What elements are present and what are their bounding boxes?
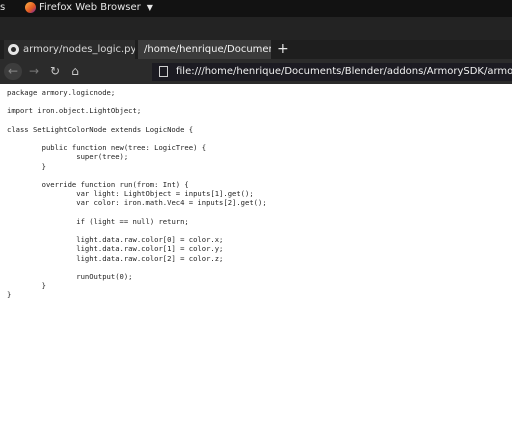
tab-label: /home/henrique/Documents [144, 44, 271, 55]
page-content: package armory.logicnode; import iron.ob… [0, 84, 512, 447]
code-line: var light: LightObject = inputs[1].get()… [7, 189, 254, 199]
code-line: override function run(from: Int) { [7, 180, 189, 190]
url-bar[interactable]: file:///home/henrique/Documents/Blender/… [152, 63, 512, 81]
app-menu[interactable]: Firefox Web Browser ▼ [25, 2, 153, 13]
code-line: light.data.raw.color[0] = color.x; [7, 235, 224, 245]
code-line: public function new(tree: LogicTree) { [7, 143, 207, 153]
url-text: file:///home/henrique/Documents/Blender/… [176, 66, 512, 77]
window-header [0, 17, 512, 40]
code-line: package armory.logicnode; [7, 88, 116, 97]
activities-label[interactable]: s [0, 2, 5, 13]
code-line: import iron.object.LightObject; [7, 106, 142, 116]
code-line: light.data.raw.color[1] = color.y; [7, 244, 224, 254]
code-line: runOutput(0); [7, 272, 133, 282]
back-button[interactable]: ← [4, 63, 22, 80]
code-line: } [7, 290, 12, 300]
source-code-text: package armory.logicnode; import iron.ob… [7, 88, 267, 300]
tab-bar: armory/nodes_logic.py a /home/henrique/D… [0, 40, 512, 59]
tab-label: armory/nodes_logic.py a [23, 44, 135, 55]
code-line: if (light == null) return; [7, 216, 189, 226]
navigation-toolbar: ← → ↻ ⌂ file:///home/henrique/Documents/… [0, 59, 512, 84]
chevron-down-icon: ▼ [146, 3, 153, 12]
tab-local-file[interactable]: /home/henrique/Documents [138, 40, 271, 59]
home-button[interactable]: ⌂ [66, 63, 84, 80]
system-top-bar: s Firefox Web Browser ▼ [0, 0, 512, 17]
firefox-icon [25, 2, 36, 13]
reload-button[interactable]: ↻ [46, 63, 64, 80]
tab-github-nodes-logic[interactable]: armory/nodes_logic.py a [4, 40, 135, 59]
code-line: var color: iron.math.Vec4 = inputs[2].ge… [7, 198, 267, 208]
code-line: class SetLightColorNode extends LogicNod… [7, 124, 194, 134]
code-line: super(tree); [7, 152, 129, 162]
code-line: light.data.raw.color[2] = color.z; [7, 253, 224, 263]
file-icon [159, 65, 168, 77]
app-name: Firefox Web Browser [39, 2, 141, 13]
forward-button[interactable]: → [25, 63, 43, 80]
code-line: } [7, 281, 46, 291]
new-tab-button[interactable]: + [277, 40, 289, 59]
github-icon [8, 44, 19, 55]
code-line: } [7, 161, 46, 171]
